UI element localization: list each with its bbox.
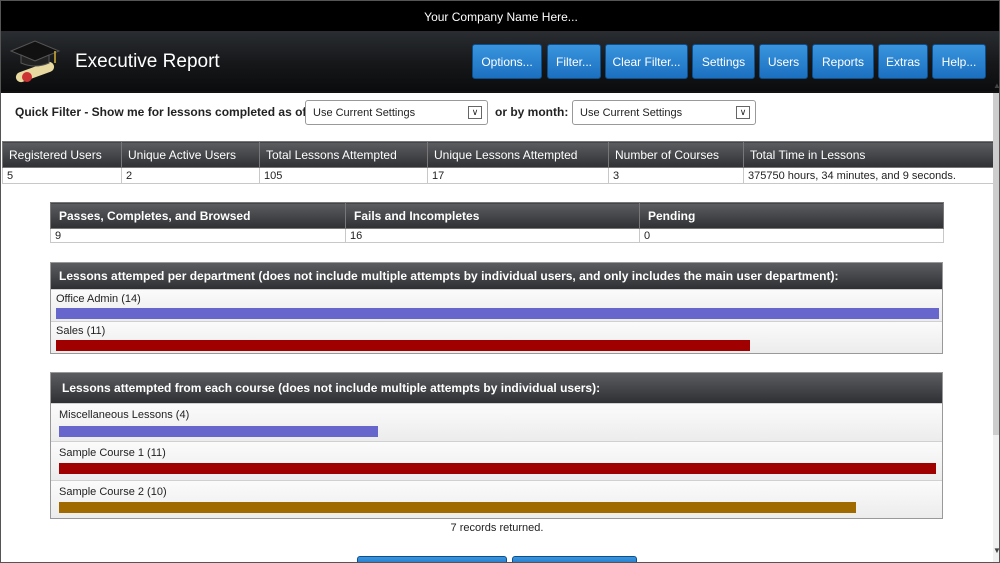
stats-table: Registered Users Unique Active Users Tot… [2,141,994,184]
department-panel: Lessons attemped per department (does no… [50,262,943,354]
pending-header: Pending [639,202,944,229]
completed-as-of-value: Use Current Settings [313,107,416,119]
list-item: Sample Course 1 (11) [51,441,942,480]
bar-label: Sample Course 1 (11) [59,447,166,459]
settings-button[interactable]: Settings [692,44,755,79]
unique-lessons-attempted-value: 17 [427,167,609,184]
users-button[interactable]: Users [759,44,808,79]
total-lessons-attempted-value: 105 [259,167,428,184]
filter-button[interactable]: Filter... [547,44,601,79]
list-item: Office Admin (14) [51,289,942,321]
quick-filter: Quick Filter - Show me for lessons compl… [15,100,775,125]
app-header: Executive Report Options... Filter... Cl… [1,31,999,93]
bar [59,463,936,474]
number-of-courses-header: Number of Courses [608,141,744,168]
chevron-down-icon: ∨ [468,106,482,119]
bottom-button[interactable] [357,556,507,562]
completed-as-of-select[interactable]: Use Current Settings ∨ [305,100,488,125]
company-bar: Your Company Name Here... [1,1,999,31]
registered-users-value: 5 [2,167,122,184]
by-month-value: Use Current Settings [580,107,683,119]
bar [59,502,856,513]
by-month-select[interactable]: Use Current Settings ∨ [572,100,756,125]
department-panel-title: Lessons attemped per department (does no… [51,263,942,289]
summary-value-row: 9 16 0 [50,228,944,243]
bar [59,426,378,437]
unique-active-users-value: 2 [121,167,260,184]
bar-label: Miscellaneous Lessons (4) [59,409,190,421]
pending-value: 0 [639,228,944,243]
clear-filter-button[interactable]: Clear Filter... [605,44,688,79]
graduation-cap-icon [9,40,61,83]
records-count: 7 records returned. [450,522,544,534]
quick-filter-label: Quick Filter - Show me for lessons compl… [15,105,311,119]
number-of-courses-value: 3 [608,167,744,184]
company-name: Your Company Name Here... [424,10,578,24]
total-time-value: 375750 hours, 34 minutes, and 9 seconds. [743,167,994,184]
stats-value-row: 5 2 105 17 3 375750 hours, 34 minutes, a… [2,167,994,184]
summary-header-row: Passes, Completes, and Browsed Fails and… [50,202,944,229]
bar [56,308,939,319]
bar-label: Office Admin (14) [56,293,141,305]
fails-value: 16 [345,228,640,243]
help-button[interactable]: Help... [932,44,986,79]
scroll-down-icon[interactable]: ▼ [993,546,999,555]
scroll-up-icon[interactable]: ▲ [993,81,999,90]
options-button[interactable]: Options... [472,44,542,79]
extras-button[interactable]: Extras [878,44,928,79]
course-panel-title: Lessons attempted from each course (does… [51,373,942,403]
report-window: Your Company Name Here... Executive Repo… [0,0,1000,563]
unique-lessons-attempted-header: Unique Lessons Attempted [427,141,609,168]
list-item: Sample Course 2 (10) [51,480,942,518]
unique-active-users-header: Unique Active Users [121,141,260,168]
list-item: Sales (11) [51,321,942,353]
list-item: Miscellaneous Lessons (4) [51,403,942,441]
by-month-label: or by month: [495,105,569,119]
results-summary-table: Passes, Completes, and Browsed Fails and… [50,202,944,243]
stats-header-row: Registered Users Unique Active Users Tot… [2,141,994,168]
bar-label: Sales (11) [56,325,106,337]
passes-value: 9 [50,228,346,243]
total-time-header: Total Time in Lessons [743,141,994,168]
fails-header: Fails and Incompletes [345,202,640,229]
bar [56,340,750,351]
reports-button[interactable]: Reports [812,44,874,79]
scrollbar-thumb[interactable] [993,93,999,435]
chevron-down-icon: ∨ [736,106,750,119]
registered-users-header: Registered Users [2,141,122,168]
bottom-button[interactable] [512,556,637,562]
total-lessons-attempted-header: Total Lessons Attempted [259,141,428,168]
course-panel: Lessons attempted from each course (does… [50,372,943,519]
app-title: Executive Report [75,51,220,72]
bar-label: Sample Course 2 (10) [59,486,167,498]
passes-header: Passes, Completes, and Browsed [50,202,346,229]
